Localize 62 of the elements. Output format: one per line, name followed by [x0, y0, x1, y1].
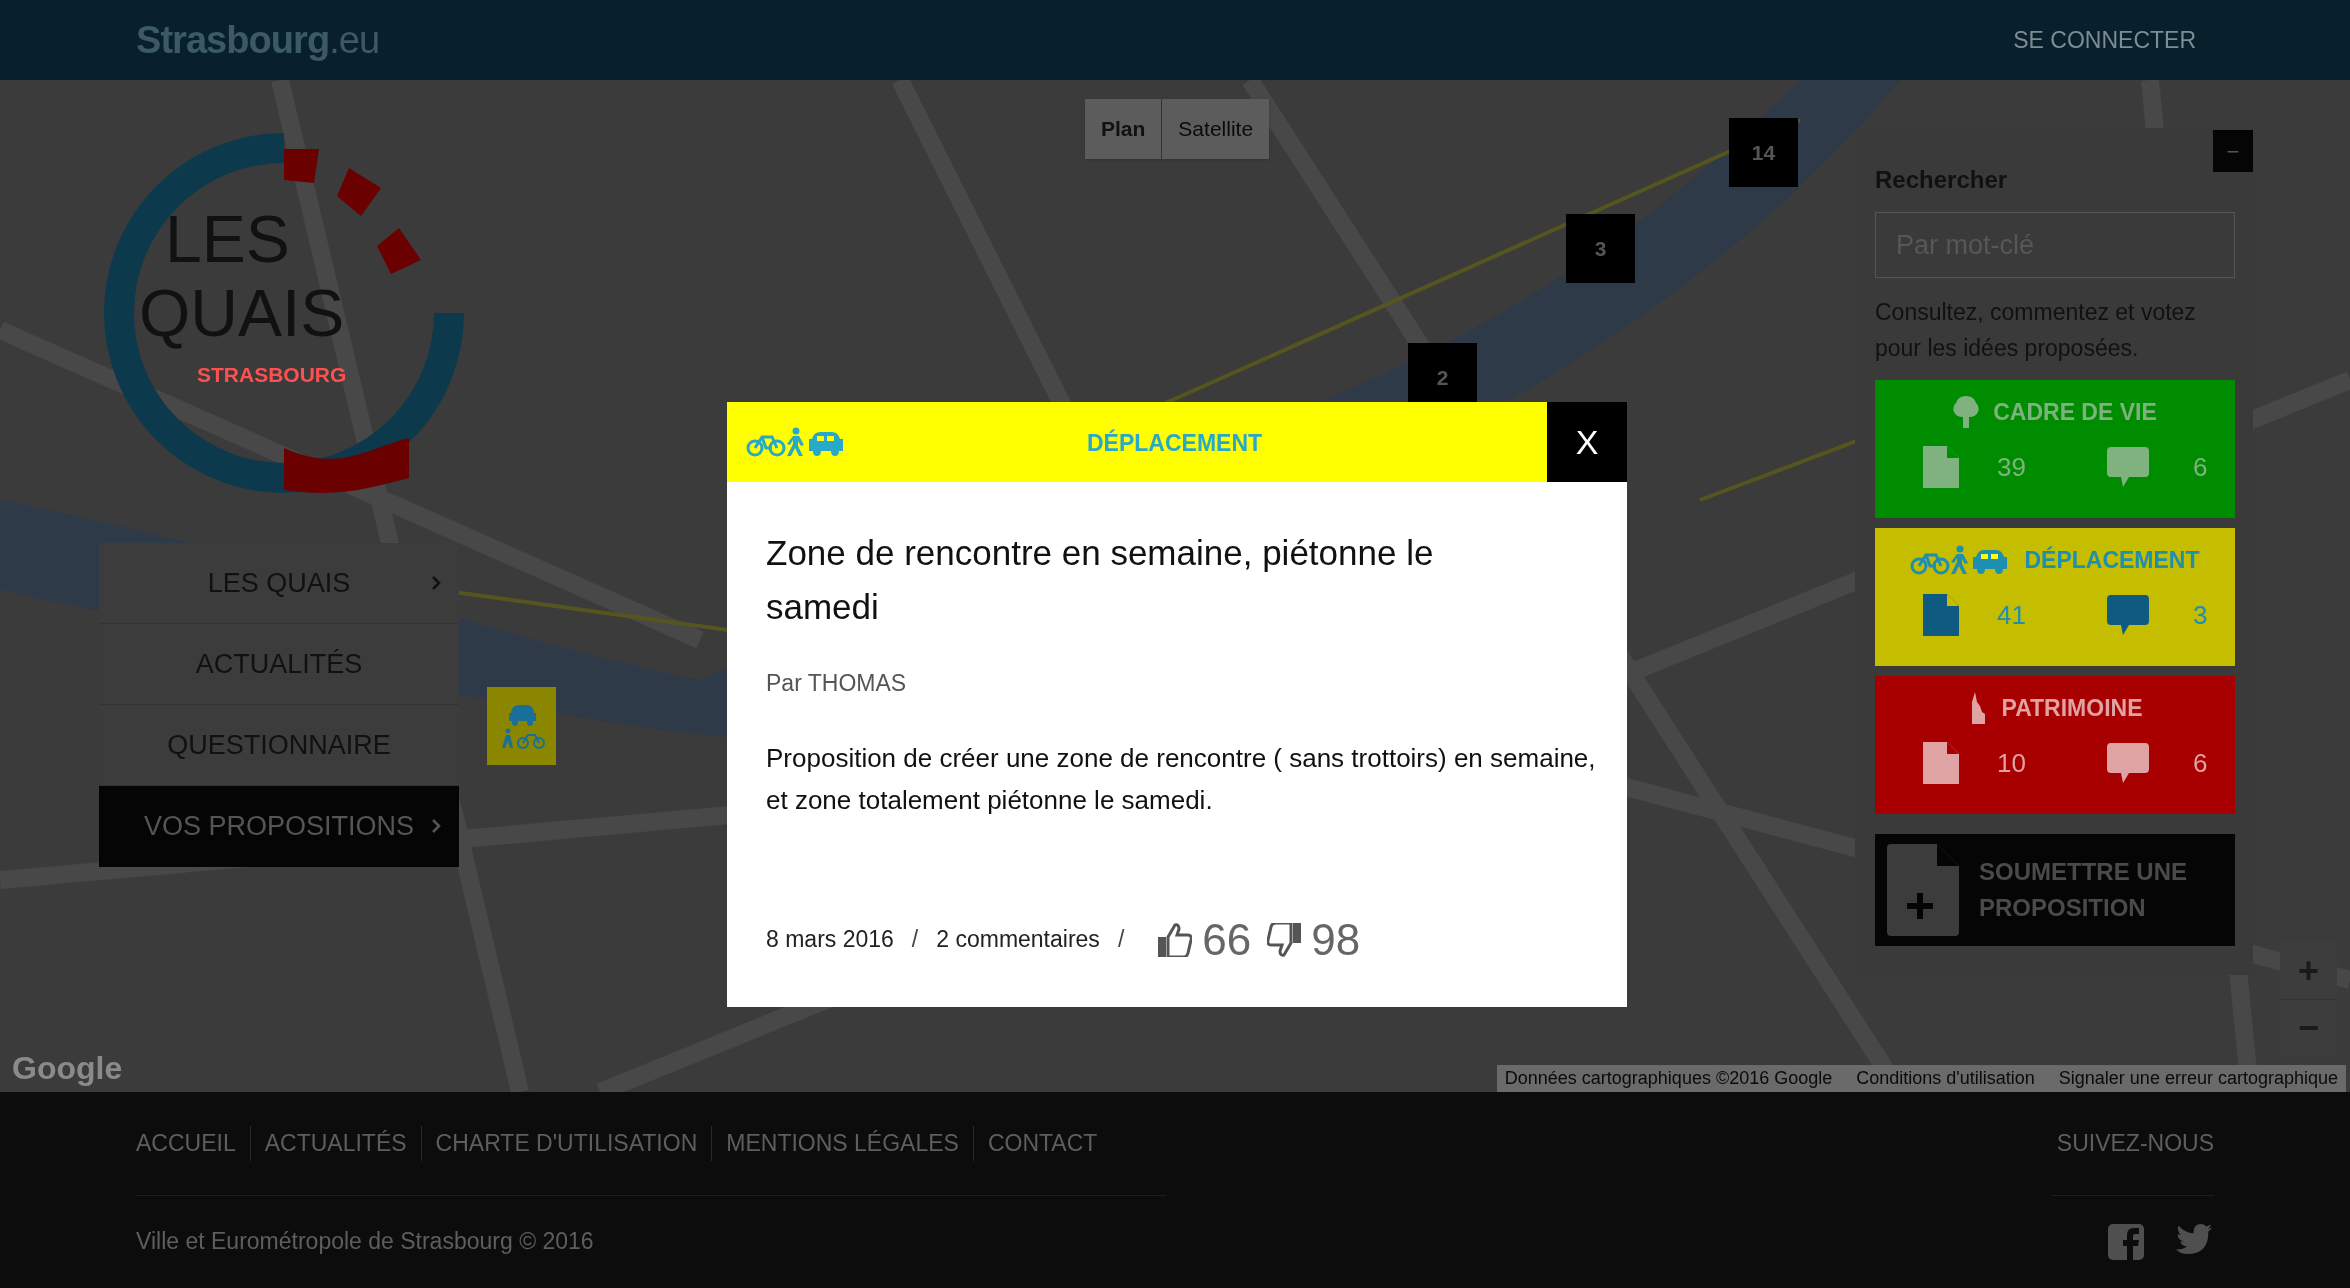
close-button[interactable]: X: [1547, 402, 1627, 482]
footer-link[interactable]: CHARTE D'UTILISATION: [420, 1126, 698, 1161]
proposal-author: Par THOMAS: [766, 669, 908, 698]
chevron-icon: [431, 818, 441, 834]
login-link[interactable]: SE CONNECTER: [2013, 22, 2196, 58]
comment-count: 3: [2193, 598, 2208, 632]
map-marker[interactable]: [487, 687, 556, 765]
category-card[interactable]: CADRE DE VIE 39 6: [1875, 380, 2235, 518]
comment-count: 6: [2193, 450, 2208, 484]
separator: /: [911, 925, 919, 955]
map-attribution-link[interactable]: Conditions d'utilisation: [1856, 1065, 2035, 1092]
map-marker[interactable]: 14: [1729, 118, 1798, 187]
submit-proposal-button[interactable]: SOUMETTRE UNE PROPOSITION: [1875, 834, 2235, 946]
copyright-text: Ville et Eurométropole de Strasbourg © 2016: [136, 1227, 594, 1257]
document-plus-icon: [1887, 844, 1959, 936]
proposal-count: 41: [1997, 598, 2027, 632]
twitter-icon[interactable]: [2176, 1223, 2212, 1254]
dialog-category: DÉPLACEMENT: [1087, 428, 1263, 458]
map-attribution-link[interactable]: Signaler une erreur cartographique: [2058, 1065, 2338, 1092]
like-count: 66: [1202, 913, 1252, 966]
category-card[interactable]: PATRIMOINE 10 6: [1875, 676, 2235, 814]
comment-count: 6: [2193, 746, 2208, 780]
transport-icon: [746, 427, 846, 457]
meta-text: 8 mars 2016: [766, 925, 894, 955]
collapse-button[interactable]: −: [2213, 130, 2253, 172]
proposal-title: Zone de rencontre en semaine, piétonne le samedi: [766, 532, 1435, 628]
dislike-count: 98: [1311, 913, 1361, 966]
footer-link[interactable]: CONTACT: [972, 1126, 1098, 1161]
logo-subtitle: STRASBOURG: [197, 364, 347, 385]
proposal-text: Proposition de créer une zone de rencontre ( sans trottoirs) en semaine, et zone totalement piétonne le samedi.: [766, 741, 1596, 817]
document-icon: [1923, 742, 1959, 784]
speech-bubble-icon: [2107, 447, 2149, 487]
meta-text: 2 commentaires: [936, 925, 1100, 955]
document-icon: [1923, 594, 1959, 636]
site-logo[interactable]: Strasbourg.eu: [136, 11, 380, 69]
document-icon: [1923, 446, 1959, 488]
tree-icon: [1953, 396, 1980, 428]
speech-bubble-icon: [2107, 595, 2149, 635]
follow-us-label: SUIVEZ-NOUS: [2056, 1129, 2214, 1158]
separator: /: [1117, 925, 1125, 955]
category-card[interactable]: DÉPLACEMENT 41 3: [1875, 528, 2235, 666]
speech-bubble-icon: [2107, 743, 2149, 783]
thumbs-down-icon[interactable]: [1267, 922, 1302, 957]
thumbs-up-icon[interactable]: [1158, 922, 1193, 957]
chevron-icon: [431, 575, 441, 591]
footer-link[interactable]: ACCUEIL: [136, 1126, 236, 1161]
google-logo: Google: [12, 1049, 123, 1088]
map-type-tab[interactable]: Satellite: [1161, 99, 1270, 159]
category-label: DÉPLACEMENT: [2024, 545, 2200, 575]
nav-item[interactable]: VOS PROPOSITIONS: [99, 786, 459, 867]
map-marker[interactable]: 3: [1566, 214, 1635, 283]
map-type-tab[interactable]: Plan: [1085, 99, 1162, 159]
map-attribution-link[interactable]: Données cartographiques ©2016 Google: [1504, 1065, 1833, 1092]
footer-link[interactable]: ACTUALITÉS: [249, 1126, 407, 1161]
zoom-in-button[interactable]: +: [2280, 942, 2337, 999]
category-label: CADRE DE VIE: [1993, 397, 2157, 427]
category-label: PATRIMOINE: [2001, 693, 2143, 723]
proposal-count: 39: [1997, 450, 2027, 484]
zoom-out-button[interactable]: −: [2280, 999, 2337, 1056]
footer-link[interactable]: MENTIONS LÉGALES: [711, 1126, 959, 1161]
facebook-icon[interactable]: [2108, 1223, 2144, 1260]
proposal-count: 10: [1997, 746, 2027, 780]
